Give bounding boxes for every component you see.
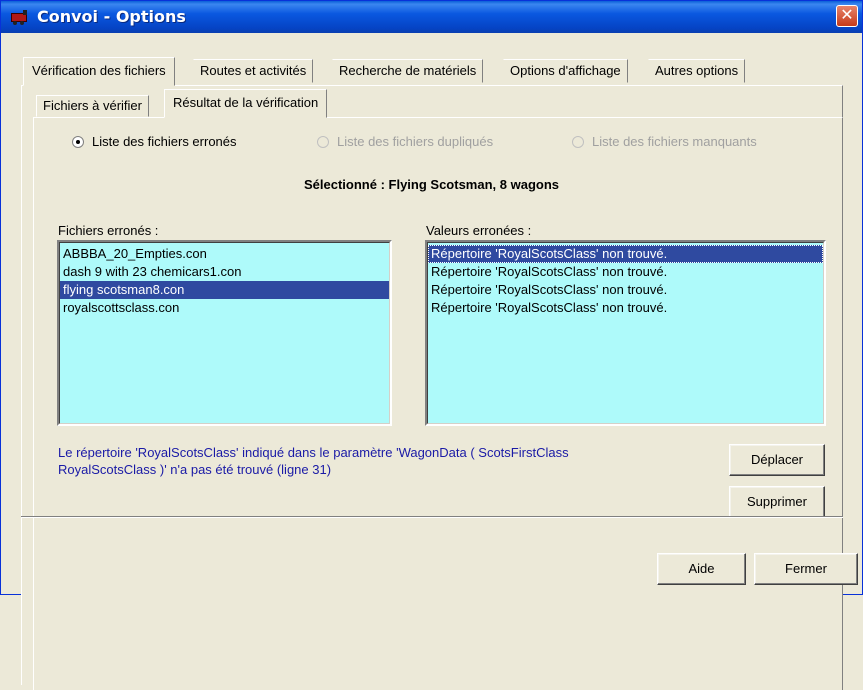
list-item[interactable]: ABBBA_20_Empties.con <box>60 245 389 263</box>
values-listbox[interactable]: Répertoire 'RoyalScotsClass' non trouvé.… <box>425 240 826 426</box>
radio-label: Liste des fichiers manquants <box>592 134 757 149</box>
tab-recherche-materiels[interactable]: Recherche de matériels <box>332 59 484 83</box>
tab-routes-activites[interactable]: Routes et activités <box>193 59 314 83</box>
tab-resultat-verification[interactable]: Résultat de la vérification <box>164 89 328 118</box>
error-details-line: RoyalScotsClass )' n'a pas été trouvé (l… <box>58 462 332 477</box>
radio-label: Liste des fichiers erronés <box>92 134 237 149</box>
list-item[interactable]: royalscottsclass.con <box>60 299 389 317</box>
selected-convoy-label: Sélectionné : Flying Scotsman, 8 wagons <box>304 177 559 192</box>
list-item[interactable]: flying scotsman8.con <box>60 281 389 299</box>
panel-bottom-edge <box>21 516 843 518</box>
tab-fichiers-a-verifier[interactable]: Fichiers à vérifier <box>36 95 149 117</box>
error-details-line: Le répertoire 'RoyalScotsClass' indiqué … <box>58 445 569 460</box>
list-item[interactable]: Répertoire 'RoyalScotsClass' non trouvé. <box>428 299 823 317</box>
list-item[interactable]: Répertoire 'RoyalScotsClass' non trouvé. <box>428 263 823 281</box>
close-button[interactable]: Fermer <box>754 553 858 585</box>
tab-autres-options[interactable]: Autres options <box>648 59 746 83</box>
radio-icon <box>572 135 584 148</box>
list-item[interactable]: Répertoire 'RoyalScotsClass' non trouvé. <box>428 281 823 299</box>
move-button[interactable]: Déplacer <box>729 444 825 476</box>
files-list-label: Fichiers erronés : <box>58 223 159 238</box>
tab-verification-fichiers[interactable]: Vérification des fichiers <box>23 57 175 86</box>
train-icon <box>11 10 31 25</box>
error-details-text: Le répertoire 'RoyalScotsClass' indiqué … <box>58 444 698 478</box>
radio-fichiers-dupliques[interactable]: Liste des fichiers dupliqués <box>317 134 493 149</box>
list-item[interactable]: Répertoire 'RoyalScotsClass' non trouvé. <box>428 245 823 263</box>
title-bar[interactable]: Convoi - Options ✕ <box>1 1 862 33</box>
close-icon[interactable]: ✕ <box>836 5 858 27</box>
files-listbox[interactable]: ABBBA_20_Empties.con dash 9 with 23 chem… <box>57 240 392 426</box>
tab-options-affichage[interactable]: Options d'affichage <box>503 59 628 83</box>
list-item[interactable]: dash 9 with 23 chemicars1.con <box>60 263 389 281</box>
radio-label: Liste des fichiers dupliqués <box>337 134 494 149</box>
radio-fichiers-manquants[interactable]: Liste des fichiers manquants <box>572 134 757 149</box>
help-button[interactable]: Aide <box>657 553 746 585</box>
delete-button[interactable]: Supprimer <box>729 486 825 518</box>
radio-icon <box>317 135 329 148</box>
radio-checked-icon <box>72 135 84 148</box>
values-list-label: Valeurs erronées : <box>426 223 532 238</box>
window-title: Convoi - Options <box>37 7 186 26</box>
options-window: Convoi - Options ✕ Vérification des fich… <box>0 0 863 690</box>
radio-fichiers-errones[interactable]: Liste des fichiers erronés <box>72 134 237 149</box>
